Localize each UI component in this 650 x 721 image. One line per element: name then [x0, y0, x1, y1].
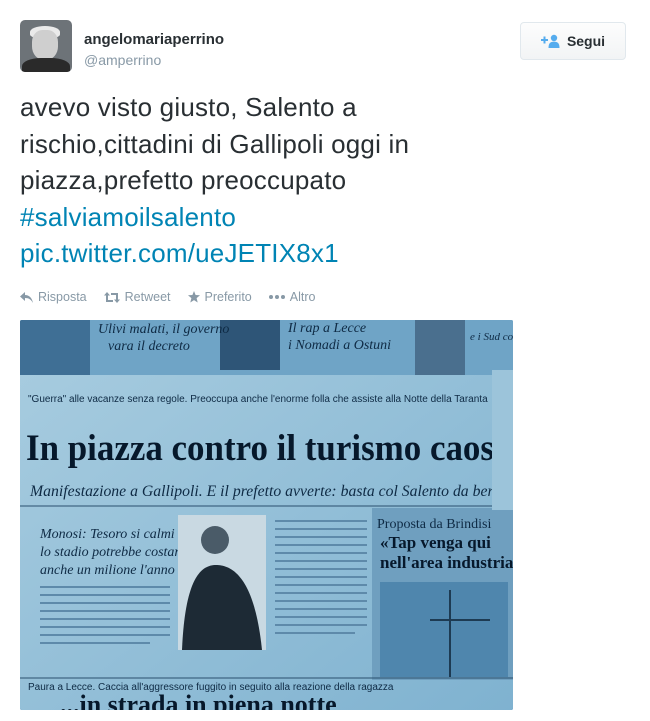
author-display-name[interactable]: angelomariaperrino: [84, 31, 224, 48]
right-headline-1: Proposta da Brindisi: [377, 517, 491, 532]
port-photo: [380, 582, 508, 677]
favorite-label: Preferito: [204, 290, 252, 304]
top-headline-mid-2: i Nomadi a Ostuni: [288, 338, 391, 353]
retweet-action[interactable]: Retweet: [103, 290, 171, 304]
more-action[interactable]: Altro: [268, 290, 316, 304]
side-headline-3: anche un milione l'anno: [40, 563, 175, 578]
tweet-text: avevo visto giusto, Salento a rischio,ci…: [20, 89, 620, 272]
pic-link[interactable]: pic.twitter.com/ueJETIX8x1: [20, 235, 620, 272]
reply-label: Risposta: [38, 290, 87, 304]
newspaper-photo: Ulivi malati, il governo vara il decreto…: [20, 320, 513, 710]
middle-column-body-text: [275, 520, 367, 634]
tweet-actions: Risposta Retweet Preferito Altro: [20, 290, 315, 304]
top-headline-mid-1: Il rap a Lecce: [287, 321, 366, 336]
hashtag-link[interactable]: #salviamoilsalento: [20, 199, 620, 236]
top-headline-left-1: Ulivi malati, il governo: [98, 322, 229, 337]
star-icon: [187, 291, 200, 303]
retweet-label: Retweet: [124, 290, 171, 304]
follow-button-label: Segui: [566, 33, 606, 49]
author-handle[interactable]: @amperrino: [84, 52, 161, 68]
tweet-line-1: avevo visto giusto, Salento a: [20, 92, 357, 122]
right-edge-column: [492, 370, 513, 510]
more-label: Altro: [289, 290, 316, 304]
kicker-text: "Guerra" alle vacanze senza regole. Preo…: [28, 394, 488, 405]
reply-action[interactable]: Risposta: [20, 290, 87, 304]
favorite-action[interactable]: Preferito: [187, 290, 252, 304]
man-head: [201, 526, 229, 554]
attached-photo[interactable]: Ulivi malati, il governo vara il decreto…: [20, 320, 513, 710]
more-dots-icon: [268, 295, 285, 299]
top-headline-left-2: vara il decreto: [108, 339, 190, 354]
subheadline: Manifestazione a Gallipoli. E il prefett…: [29, 483, 500, 500]
tweet-line-2: rischio,cittadini di Gallipoli oggi in: [20, 128, 410, 159]
follow-button[interactable]: Segui: [520, 22, 626, 60]
reply-icon: [20, 291, 33, 303]
author-avatar[interactable]: [20, 20, 72, 72]
tweet-line-3: piazza,prefetto preoccupato: [20, 165, 347, 196]
bottom-headline: ...in strada in piena notte: [60, 690, 337, 710]
avatar-suit: [22, 58, 70, 72]
right-headline-3: nell'area industriale»: [380, 553, 513, 572]
retweet-icon: [103, 291, 120, 303]
avatar-face: [32, 30, 58, 60]
side-headline-1: Monosi: Tesoro si calmi: [39, 527, 175, 542]
top-left-photo: [20, 320, 90, 375]
top-headline-right: e i Sud col nuo: [470, 331, 513, 343]
right-headline-2: «Tap venga qui: [380, 533, 491, 552]
top-right-photo: [415, 320, 465, 375]
side-headline-2: lo stadio potrebbe costargli: [40, 545, 194, 560]
main-headline: In piazza contro il turismo caos: [26, 428, 494, 469]
add-user-icon: [540, 34, 560, 48]
